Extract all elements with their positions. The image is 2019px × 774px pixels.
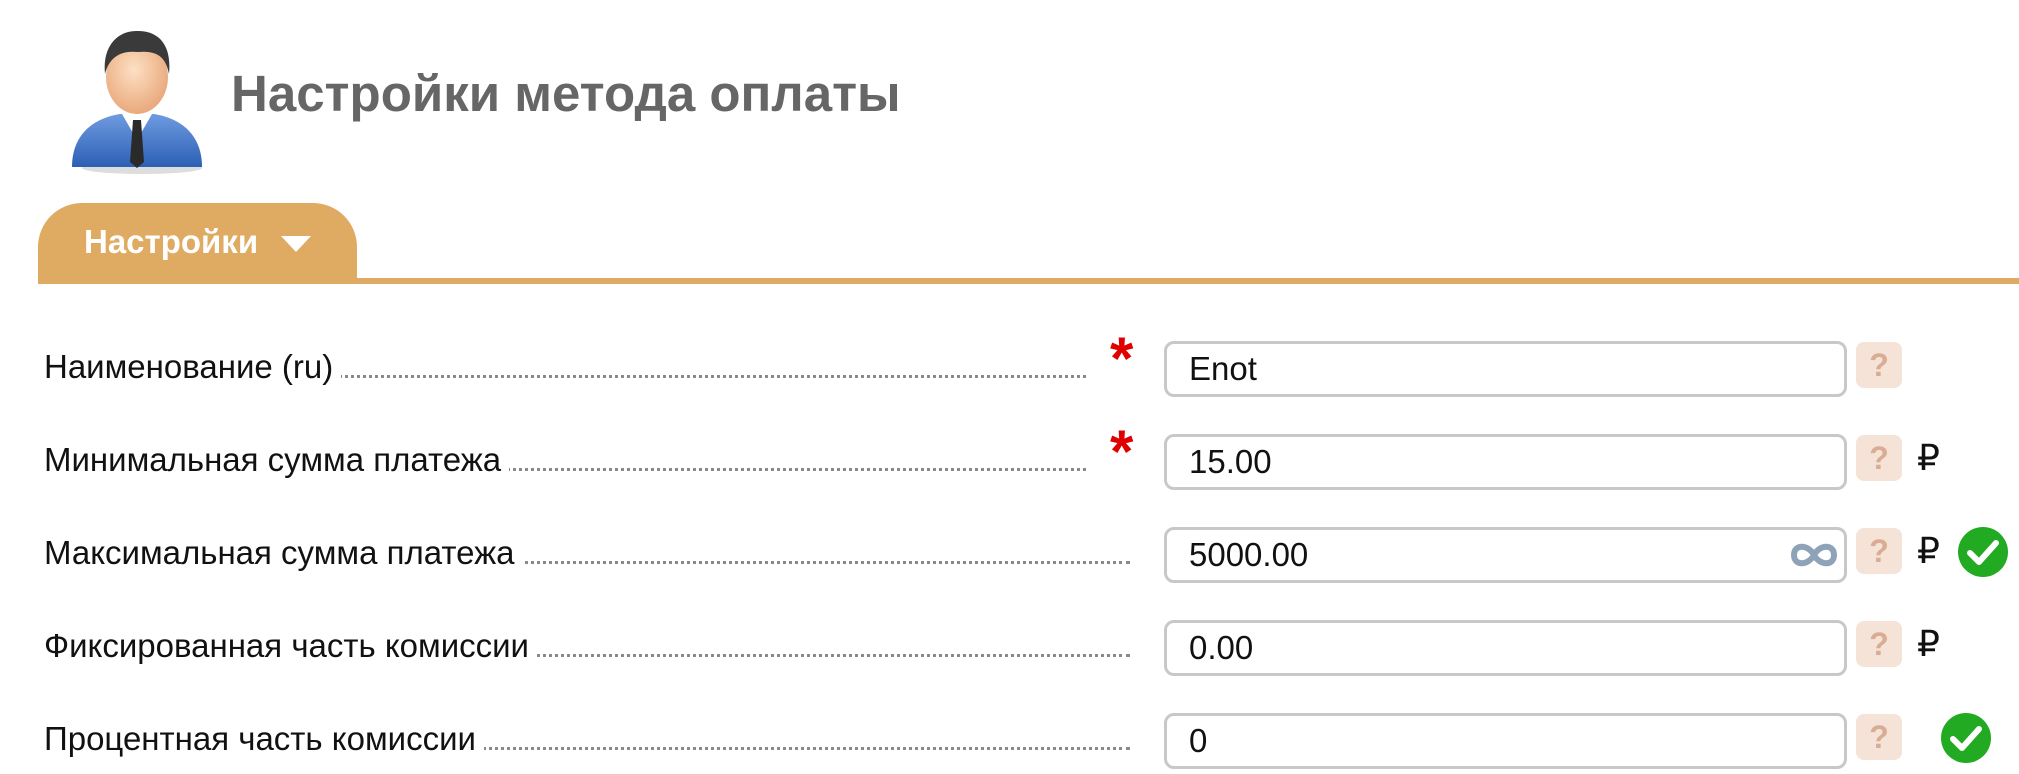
min-amount-field[interactable] <box>1164 434 1847 490</box>
ruble-unit: ₽ <box>1917 437 1940 478</box>
tab-settings-label: Настройки <box>84 223 259 260</box>
max-amount-input[interactable] <box>1167 530 1809 580</box>
form-row-fixed-fee: Фиксированная часть комиссии ? ₽ <box>0 620 2019 680</box>
fixed-fee-input[interactable] <box>1167 623 1809 673</box>
infinity-icon[interactable] <box>1788 540 1840 570</box>
form-row-max-amount: Максимальная сумма платежа ? ₽ <box>0 527 2019 587</box>
page-header: Настройки метода оплаты <box>0 0 2019 190</box>
fixed-fee-field[interactable] <box>1164 620 1847 676</box>
tab-bar: Настройки <box>38 203 2019 284</box>
required-marker: * <box>1110 418 1134 485</box>
name-field[interactable] <box>1164 341 1847 397</box>
help-icon[interactable]: ? <box>1856 435 1902 481</box>
tab-settings[interactable]: Настройки <box>38 203 357 280</box>
name-input[interactable] <box>1167 344 1809 394</box>
ruble-unit: ₽ <box>1917 623 1940 664</box>
field-label-percent-fee: Процентная часть комиссии <box>44 719 484 759</box>
help-icon[interactable]: ? <box>1856 621 1902 667</box>
field-label-min-amount: Минимальная сумма платежа <box>44 440 510 480</box>
field-label-max-amount: Максимальная сумма платежа <box>44 533 523 573</box>
chevron-down-icon <box>281 236 311 252</box>
percent-fee-field[interactable] <box>1164 713 1847 769</box>
help-icon[interactable]: ? <box>1856 342 1902 388</box>
min-amount-input[interactable] <box>1167 437 1809 487</box>
form-row-min-amount: Минимальная сумма платежа * ? ₽ <box>0 422 2019 494</box>
percent-fee-input[interactable] <box>1167 716 1809 766</box>
page-title: Настройки метода оплаты <box>231 65 901 122</box>
max-amount-field[interactable] <box>1164 527 1847 583</box>
tab-underline <box>38 278 2019 284</box>
required-marker: * <box>1110 325 1134 392</box>
check-circle-icon <box>1958 527 2008 577</box>
help-icon[interactable]: ? <box>1856 528 1902 574</box>
field-label-name: Наименование (ru) <box>44 347 342 387</box>
check-circle-icon <box>1941 713 1991 763</box>
ruble-unit: ₽ <box>1917 530 1940 571</box>
form-row-name: Наименование (ru) * ? <box>0 329 2019 401</box>
field-label-fixed-fee: Фиксированная часть комиссии <box>44 626 537 666</box>
user-avatar-icon <box>72 30 202 174</box>
help-icon[interactable]: ? <box>1856 714 1902 760</box>
form-row-percent-fee: Процентная часть комиссии ? <box>0 713 2019 773</box>
